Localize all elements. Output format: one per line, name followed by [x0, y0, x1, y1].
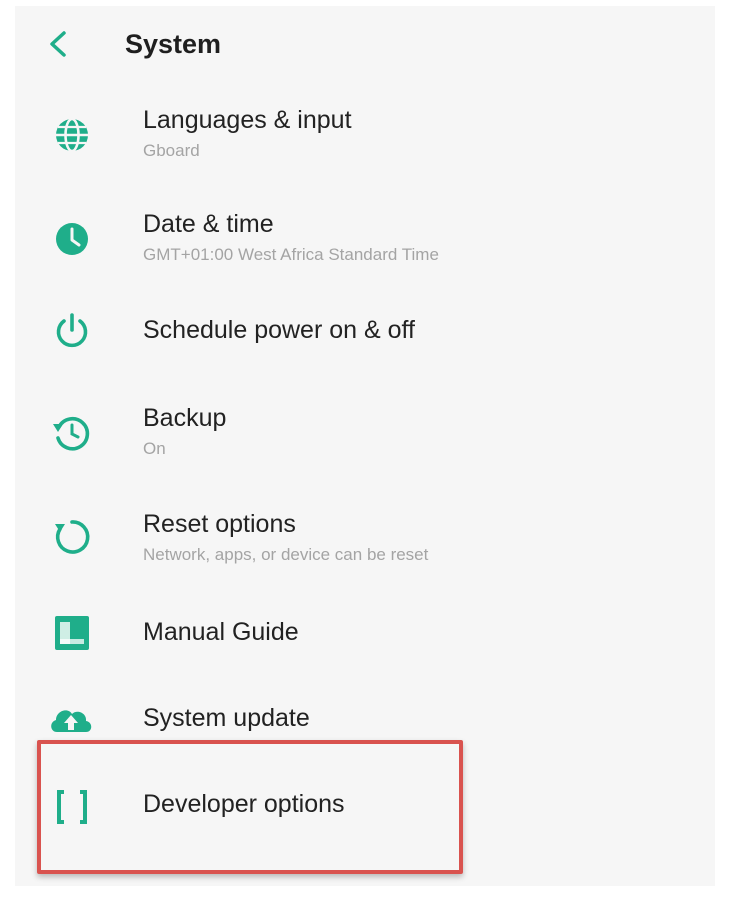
book-icon [51, 612, 93, 654]
back-button[interactable] [41, 26, 77, 62]
settings-item-reset-options[interactable]: Reset options Network, apps, or device c… [15, 502, 715, 582]
reset-icon [51, 516, 93, 558]
page-title: System [125, 29, 222, 59]
backup-icon [51, 412, 93, 454]
settings-item-label: Schedule power on & off [143, 316, 415, 344]
chevron-left-icon [50, 31, 66, 57]
settings-item-manual-guide[interactable]: Manual Guide [15, 610, 715, 666]
clock-icon [51, 218, 93, 260]
settings-item-label: Manual Guide [143, 618, 299, 646]
power-icon [51, 310, 93, 352]
settings-item-label: Developer options [143, 790, 345, 818]
braces-icon [51, 786, 93, 828]
settings-screen: System Languages & input Gboard Date & t… [15, 6, 715, 886]
settings-item-subtitle: Network, apps, or device can be reset [143, 545, 429, 564]
globe-icon [51, 114, 93, 156]
settings-item-label: System update [143, 704, 310, 732]
settings-item-subtitle: GMT+01:00 West Africa Standard Time [143, 245, 439, 264]
settings-item-label: Languages & input [143, 106, 352, 134]
settings-item-subtitle: On [143, 439, 166, 458]
settings-item-label: Reset options [143, 510, 296, 538]
settings-item-schedule-power[interactable]: Schedule power on & off [15, 302, 715, 362]
settings-item-system-update[interactable]: System update [15, 698, 715, 748]
settings-item-label: Backup [143, 404, 227, 432]
settings-item-subtitle: Gboard [143, 141, 200, 160]
settings-item-languages-input[interactable]: Languages & input Gboard [15, 98, 715, 188]
cloud-upload-icon [47, 700, 95, 742]
settings-item-label: Date & time [143, 210, 274, 238]
settings-item-date-time[interactable]: Date & time GMT+01:00 West Africa Standa… [15, 202, 715, 292]
top-bar: System [15, 6, 715, 84]
settings-item-backup[interactable]: Backup On [15, 396, 715, 476]
settings-item-developer-options[interactable]: Developer options [15, 784, 715, 834]
